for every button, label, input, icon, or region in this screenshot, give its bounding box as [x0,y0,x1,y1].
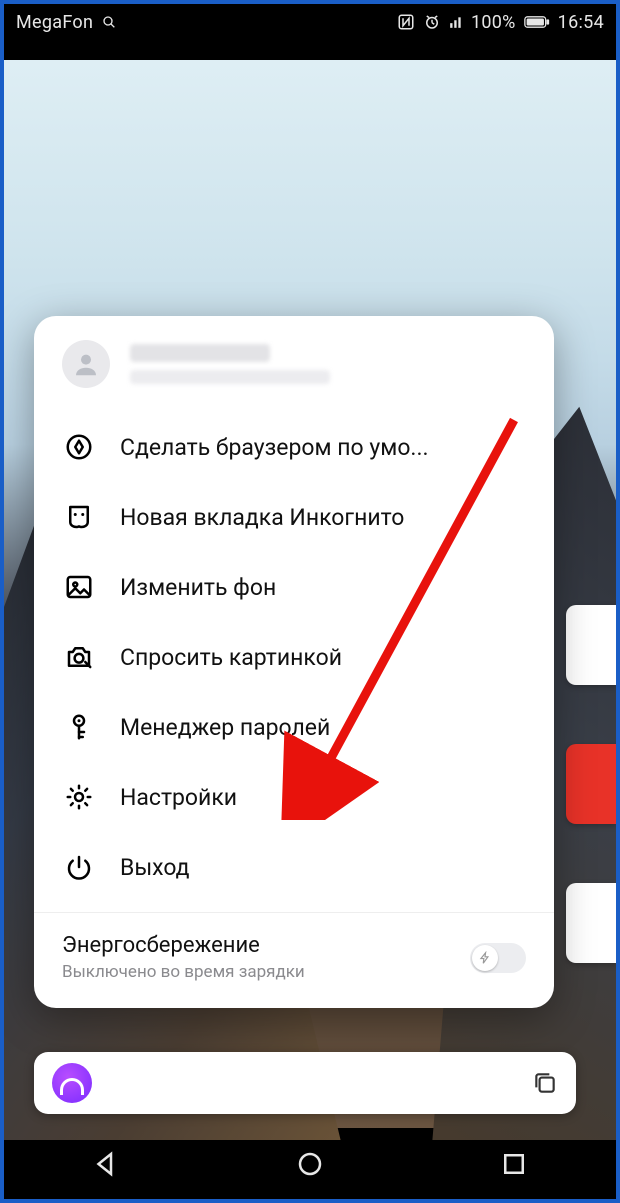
menu-item-label: Спросить картинкой [120,644,342,671]
carrier-label: MegaFon [16,12,93,33]
avatar [62,340,110,388]
clock-label: 16:54 [558,12,604,33]
nfc-icon [397,13,415,31]
alice-icon[interactable] [52,1063,92,1103]
menu-exit[interactable]: Выход [34,832,554,902]
app-chip[interactable] [566,744,616,824]
battery-pct: 100% [471,12,516,33]
battery-icon [524,15,550,29]
signal-icon [449,15,463,29]
tabs-icon[interactable] [532,1070,558,1096]
profile-section[interactable] [34,340,554,412]
recent-button[interactable] [499,1149,529,1179]
alarm-icon [423,13,441,31]
menu-default-browser[interactable]: Сделать браузером по умо... [34,412,554,482]
browser-icon [62,430,96,464]
energy-subtitle: Выключено во время зарядки [62,962,305,982]
menu-item-label: Новая вкладка Инкогнито [120,504,404,531]
camera-icon [62,640,96,674]
energy-saving-row[interactable]: Энергосбережение Выключено во время заря… [34,913,554,1008]
menu-item-label: Выход [120,854,190,881]
menu-settings[interactable]: Настройки [34,762,554,832]
app-chip[interactable] [566,883,616,963]
menu-item-label: Изменить фон [120,574,276,601]
home-button[interactable] [295,1149,325,1179]
app-chip[interactable] [566,605,616,685]
energy-toggle[interactable] [470,943,526,973]
menu-password-manager[interactable]: Менеджер паролей [34,692,554,762]
menu-incognito[interactable]: Новая вкладка Инкогнито [34,482,554,552]
back-button[interactable] [91,1149,121,1179]
key-icon [62,710,96,744]
energy-title: Энергосбережение [62,933,305,958]
profile-email-blurred [130,370,330,384]
menu-change-background[interactable]: Изменить фон [34,552,554,622]
bolt-icon [472,945,498,971]
menu-item-label: Сделать браузером по умо... [120,434,429,461]
image-icon [62,570,96,604]
gear-icon [62,780,96,814]
search-icon [101,14,117,30]
incognito-icon [62,500,96,534]
profile-name-blurred [130,344,270,362]
status-bar: MegaFon 100% 16:54 [4,4,616,40]
browser-menu: Сделать браузером по умо... Новая вкладк… [34,316,554,1008]
search-bar[interactable] [34,1052,576,1114]
menu-item-label: Менеджер паролей [120,714,330,741]
menu-image-search[interactable]: Спросить картинкой [34,622,554,692]
power-icon [62,850,96,884]
wallpaper: Сделать браузером по умо... Новая вкладк… [4,60,616,1128]
menu-item-label: Настройки [120,784,237,811]
